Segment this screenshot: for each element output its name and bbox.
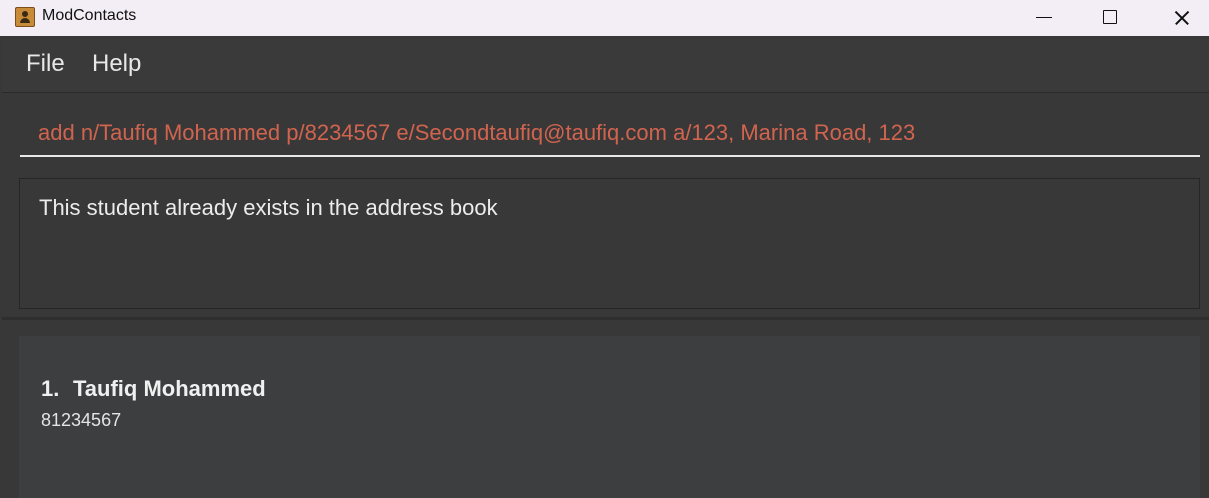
menu-help[interactable]: Help — [92, 50, 141, 78]
title-bar: ModContacts — [0, 0, 1209, 36]
close-button[interactable] — [1150, 0, 1209, 36]
minimize-button[interactable] — [1014, 0, 1074, 36]
contact-index: 1. — [41, 376, 60, 401]
maximize-button[interactable] — [1080, 0, 1140, 36]
menu-bar: File Help — [2, 39, 1209, 93]
contact-card[interactable]: 1. Taufiq Mohammed 81234567 — [19, 336, 1200, 498]
command-input[interactable] — [20, 110, 1200, 157]
menu-file[interactable]: File — [26, 50, 65, 78]
contact-phone: 81234567 — [41, 410, 122, 430]
window-title: ModContacts — [42, 7, 137, 24]
contact-name: Taufiq Mohammed — [73, 376, 266, 401]
result-display: This student already exists in the addre… — [19, 178, 1200, 309]
contacts-app-icon — [15, 7, 35, 27]
result-message: This student already exists in the addre… — [39, 195, 498, 220]
